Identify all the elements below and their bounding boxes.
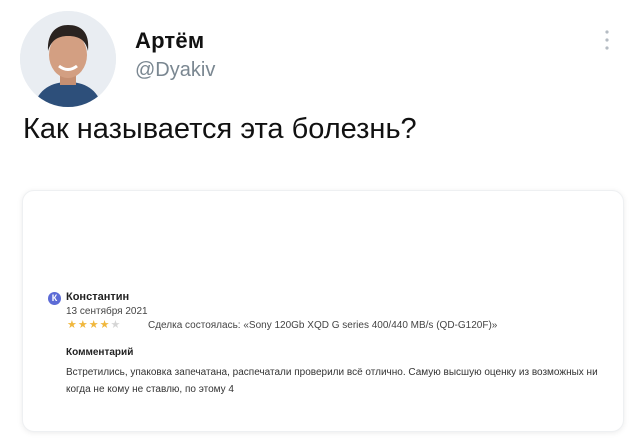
- author-handle[interactable]: @Dyakiv: [135, 59, 215, 82]
- comment-heading: Комментарий: [66, 347, 134, 358]
- deal-status-text: Сделка состоялась: «Sony 120Gb XQD G ser…: [148, 320, 498, 331]
- reviewer-avatar: К: [48, 292, 61, 305]
- rating-stars: ★★★★★: [67, 318, 121, 331]
- tweet-text: Как называется эта болезнь?: [23, 113, 417, 145]
- comment-body: Встретились, упаковка запечатана, распеч…: [66, 367, 598, 395]
- vertical-dots-icon[interactable]: [600, 28, 614, 52]
- star-empty-icon: ★: [110, 319, 122, 331]
- star-filled-icon: ★: [77, 319, 89, 331]
- author-avatar[interactable]: [20, 11, 116, 107]
- reviewer-name: Константин: [66, 291, 130, 303]
- author-name[interactable]: Артём: [135, 28, 204, 54]
- user-avatar-photo-icon: [20, 11, 116, 107]
- star-filled-icon: ★: [99, 319, 111, 331]
- review-date: 13 сентября 2021: [66, 306, 148, 317]
- star-filled-icon: ★: [88, 319, 100, 331]
- star-filled-icon: ★: [67, 319, 78, 331]
